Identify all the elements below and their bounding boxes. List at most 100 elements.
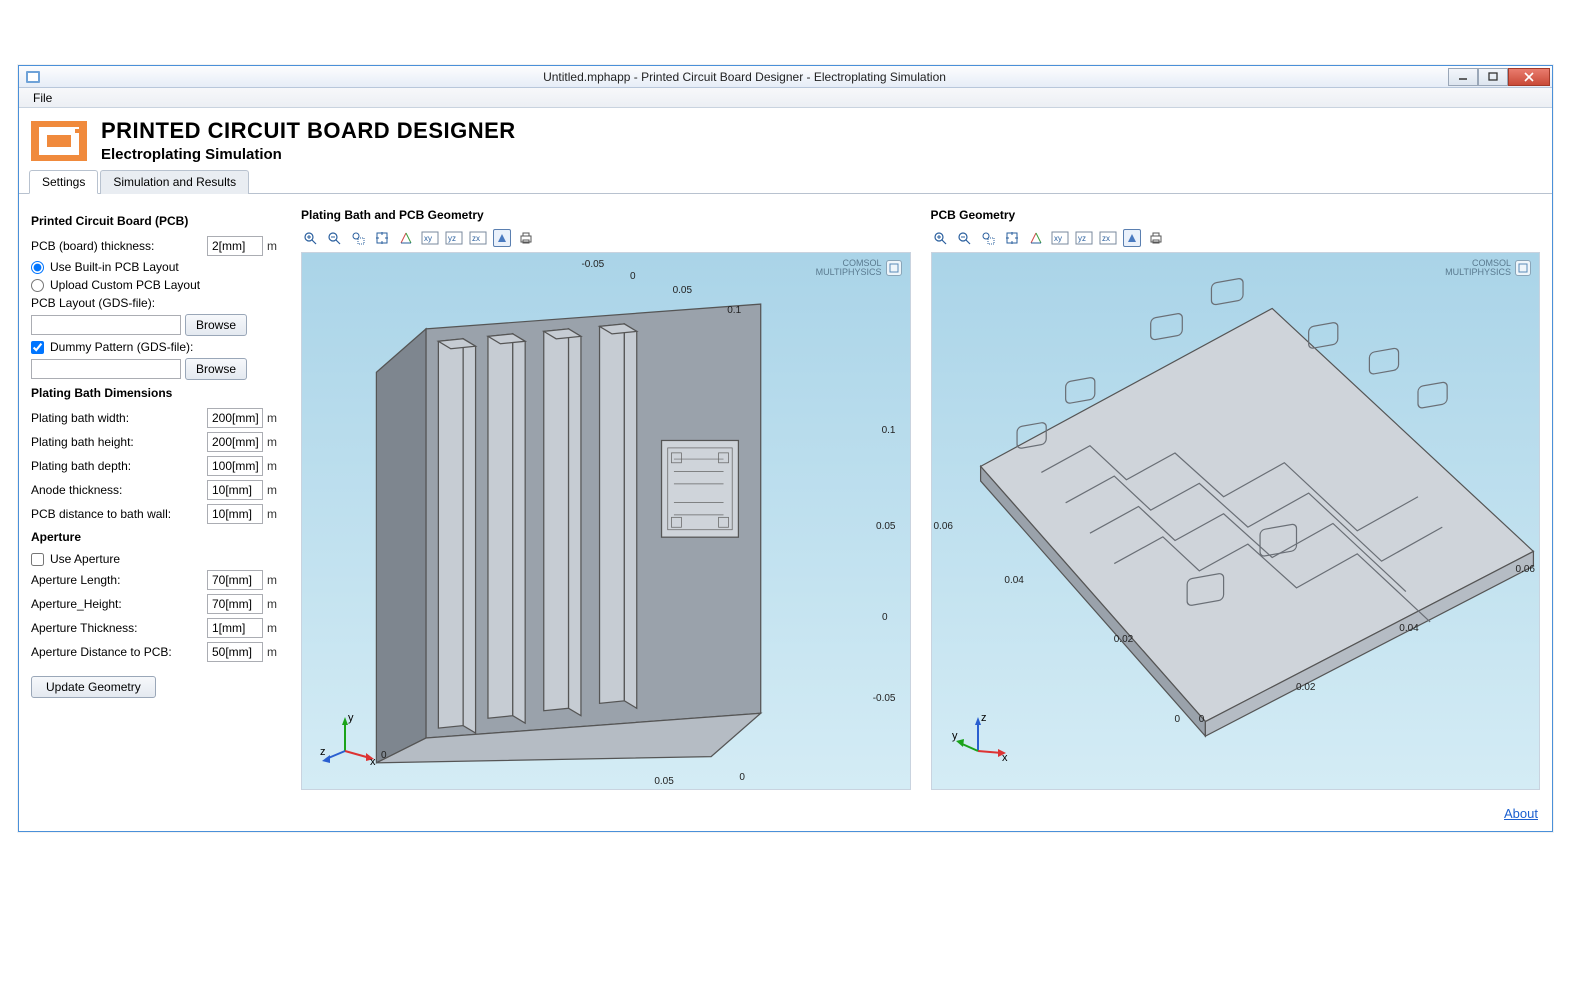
app-logo — [31, 121, 87, 161]
radio-builtin-layout[interactable] — [31, 261, 44, 274]
aperture-distance-label: Aperture Distance to PCB: — [31, 645, 203, 659]
unit-m: m — [267, 239, 281, 253]
tick: 0.04 — [1399, 623, 1418, 634]
aperture-height-label: Aperture_Height: — [31, 597, 203, 611]
header-banner: PRINTED CIRCUIT BOARD DESIGNER Electropl… — [19, 108, 1552, 169]
header-text: PRINTED CIRCUIT BOARD DESIGNER Electropl… — [101, 118, 516, 163]
bath-3d-illustration — [302, 253, 910, 789]
maximize-button[interactable] — [1478, 68, 1508, 86]
gds-browse-button[interactable]: Browse — [185, 314, 247, 336]
pcb-geometry-panel: PCB Geometry xy yz zx COMSOL MULTIPHYSIC… — [931, 208, 1541, 790]
use-aperture-checkbox[interactable] — [31, 553, 44, 566]
tick: 0.02 — [1114, 634, 1133, 645]
aperture-distance-input[interactable] — [207, 642, 263, 662]
file-menu[interactable]: File — [25, 89, 60, 107]
xy-view-icon[interactable]: xy — [421, 229, 439, 247]
dummy-file-input[interactable] — [31, 359, 181, 379]
zoom-box-icon[interactable] — [979, 229, 997, 247]
tick: 0 — [381, 750, 387, 761]
pcb-3d-illustration — [932, 253, 1540, 789]
tab-settings[interactable]: Settings — [29, 170, 98, 194]
pcb-section-title: Printed Circuit Board (PCB) — [31, 214, 281, 228]
tick: 0.05 — [876, 521, 895, 532]
aperture-length-label: Aperture Length: — [31, 573, 203, 587]
zoom-box-icon[interactable] — [349, 229, 367, 247]
bath-width-label: Plating bath width: — [31, 411, 203, 425]
aperture-length-input[interactable] — [207, 570, 263, 590]
brand-icon — [1515, 260, 1531, 276]
bath-geometry-canvas[interactable]: COMSOL MULTIPHYSICS — [301, 252, 911, 790]
aperture-section-title: Aperture — [31, 530, 281, 544]
svg-text:z: z — [981, 713, 987, 724]
anode-thickness-input[interactable] — [207, 480, 263, 500]
pcb-distance-input[interactable] — [207, 504, 263, 524]
xy-view-icon[interactable]: xy — [1051, 229, 1069, 247]
app-subtitle: Electroplating Simulation — [101, 146, 516, 163]
axis-triad: z x y — [950, 713, 1010, 771]
bath-height-input[interactable] — [207, 432, 263, 452]
print-icon[interactable] — [1147, 229, 1165, 247]
default-view-icon[interactable] — [397, 229, 415, 247]
aperture-height-input[interactable] — [207, 594, 263, 614]
unit-m: m — [267, 459, 281, 473]
scene-light-icon[interactable] — [1123, 229, 1141, 247]
tab-simulation-results[interactable]: Simulation and Results — [100, 170, 249, 194]
axis-triad: y x z — [320, 713, 380, 771]
tick: 0.06 — [934, 521, 953, 532]
tick: 0.1 — [727, 305, 741, 316]
svg-text:x: x — [370, 756, 376, 768]
default-view-icon[interactable] — [1027, 229, 1045, 247]
tick: 0.02 — [1296, 682, 1315, 693]
zoom-out-icon[interactable] — [955, 229, 973, 247]
unit-m: m — [267, 483, 281, 497]
aperture-thickness-input[interactable] — [207, 618, 263, 638]
brand-bottom: MULTIPHYSICS — [1445, 268, 1511, 277]
zx-view-icon[interactable]: zx — [469, 229, 487, 247]
radio-upload-label: Upload Custom PCB Layout — [50, 278, 200, 292]
zoom-extents-icon[interactable] — [1003, 229, 1021, 247]
window-title: Untitled.mphapp - Printed Circuit Board … — [41, 70, 1448, 84]
print-icon[interactable] — [517, 229, 535, 247]
bath-depth-input[interactable] — [207, 456, 263, 476]
svg-text:zx: zx — [472, 234, 480, 243]
zoom-out-icon[interactable] — [325, 229, 343, 247]
board-thickness-label: PCB (board) thickness: — [31, 239, 203, 253]
unit-m: m — [267, 507, 281, 521]
dummy-pattern-checkbox[interactable] — [31, 341, 44, 354]
svg-text:xy: xy — [1054, 234, 1062, 243]
gds-file-input[interactable] — [31, 315, 181, 335]
yz-view-icon[interactable]: yz — [1075, 229, 1093, 247]
tick: 0.06 — [1516, 564, 1535, 575]
content-area: Printed Circuit Board (PCB) PCB (board) … — [19, 194, 1552, 800]
zoom-extents-icon[interactable] — [373, 229, 391, 247]
pcb-viz-toolbar: xy yz zx — [931, 228, 1541, 248]
yz-view-icon[interactable]: yz — [445, 229, 463, 247]
window-controls — [1448, 68, 1550, 86]
scene-light-icon[interactable] — [493, 229, 511, 247]
aperture-thickness-label: Aperture Thickness: — [31, 621, 203, 635]
minimize-button[interactable] — [1448, 68, 1478, 86]
footer: About — [19, 800, 1552, 831]
tick: 0.1 — [882, 425, 896, 436]
svg-text:xy: xy — [424, 234, 432, 243]
comsol-brand: COMSOL MULTIPHYSICS — [816, 259, 902, 277]
update-geometry-button[interactable]: Update Geometry — [31, 676, 156, 698]
zx-view-icon[interactable]: zx — [1099, 229, 1117, 247]
pcb-geometry-canvas[interactable]: COMSOL MULTIPHYSICS — [931, 252, 1541, 790]
close-button[interactable] — [1508, 68, 1550, 86]
zoom-in-icon[interactable] — [301, 229, 319, 247]
dummy-browse-button[interactable]: Browse — [185, 358, 247, 380]
brand-bottom: MULTIPHYSICS — [816, 268, 882, 277]
bath-width-input[interactable] — [207, 408, 263, 428]
tick: -0.05 — [581, 259, 604, 270]
tick: 0.05 — [654, 776, 673, 787]
pcb-geometry-title: PCB Geometry — [931, 208, 1541, 222]
board-thickness-input[interactable] — [207, 236, 263, 256]
zoom-in-icon[interactable] — [931, 229, 949, 247]
radio-upload-layout[interactable] — [31, 279, 44, 292]
tick: 0.05 — [673, 285, 692, 296]
bath-depth-label: Plating bath depth: — [31, 459, 203, 473]
app-icon — [25, 69, 41, 85]
dummy-pattern-label: Dummy Pattern (GDS-file): — [50, 340, 193, 354]
about-link[interactable]: About — [1504, 806, 1538, 821]
